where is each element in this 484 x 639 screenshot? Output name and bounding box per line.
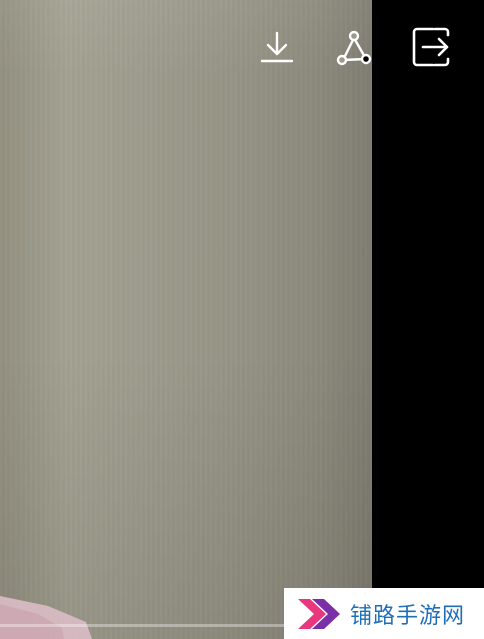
video-player[interactable]: 铺路手游网 (0, 0, 484, 639)
download-button[interactable] (254, 24, 300, 70)
double-chevron-logo-icon (298, 598, 340, 629)
exit-button[interactable] (408, 24, 454, 70)
download-icon (260, 31, 294, 63)
player-toolbar (0, 24, 484, 70)
letterbox-bar (372, 0, 484, 639)
share-icon (336, 30, 372, 66)
share-button[interactable] (331, 24, 377, 70)
exit-icon (412, 27, 450, 67)
pink-scene-edge (0, 596, 92, 639)
watermark-text: 铺路手游网 (350, 602, 466, 628)
watermark: 铺路手游网 (284, 588, 484, 639)
